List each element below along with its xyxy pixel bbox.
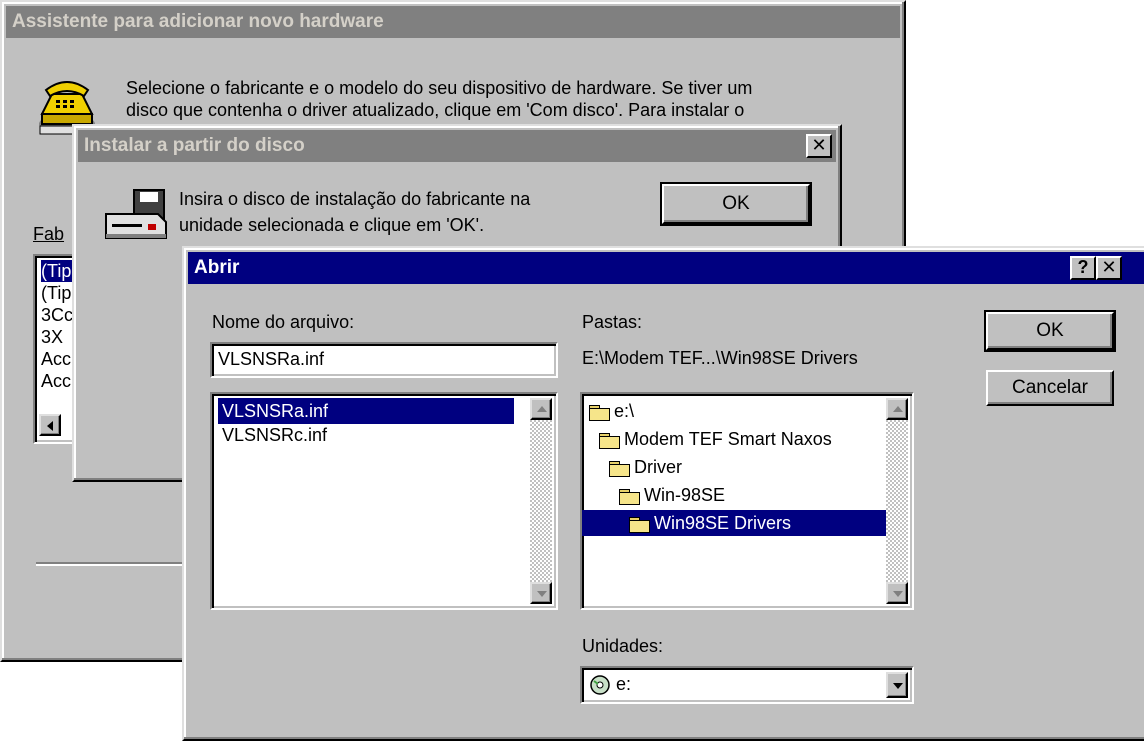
- folder-item[interactable]: Modem TEF Smart Naxos: [598, 426, 832, 452]
- list-item[interactable]: 3Cc: [41, 304, 73, 326]
- open-file-dialog: Abrir ? ✕ Nome do arquivo: VLSNSRa.inf V…: [182, 246, 1144, 741]
- wizard-description-line1: Selecione o fabricante e o modelo do seu…: [126, 78, 753, 98]
- filename-label: Nome do arquivo:: [212, 312, 354, 333]
- file-list-item[interactable]: VLSNSRc.inf: [218, 422, 327, 448]
- open-dialog-title-bar[interactable]: Abrir ? ✕: [188, 252, 1144, 284]
- help-icon: ?: [1077, 257, 1089, 277]
- open-ok-label: OK: [1036, 320, 1064, 341]
- folder-item[interactable]: Driver: [608, 454, 682, 480]
- list-item[interactable]: (Tip: [41, 282, 71, 304]
- open-dialog-title: Abrir: [194, 257, 240, 278]
- manufacturer-label: Fab: [33, 224, 64, 245]
- install-dialog-title: Instalar a partir do disco: [84, 135, 305, 156]
- scroll-down-button[interactable]: [886, 582, 908, 604]
- install-message-line2: unidade selecionada e clique em 'OK'.: [179, 215, 485, 235]
- cancel-label: Cancelar: [1011, 377, 1089, 398]
- current-path: E:\Modem TEF...\Win98SE Drivers: [582, 348, 858, 368]
- scroll-up-button[interactable]: [886, 398, 908, 420]
- folder-name: Modem TEF Smart Naxos: [624, 429, 832, 449]
- folder-item[interactable]: Win-98SE: [618, 482, 725, 508]
- close-icon: ✕: [1101, 257, 1117, 277]
- folders-label: Pastas:: [582, 312, 642, 333]
- open-folder-icon: [628, 516, 650, 534]
- wizard-description-line2: disco que contenha o driver atualizado, …: [126, 100, 745, 120]
- folder-name: e:\: [614, 401, 635, 421]
- open-folder-icon: [588, 404, 610, 422]
- folder-tree-scrollbar[interactable]: [886, 398, 908, 604]
- wizard-title-bar[interactable]: Assistente para adicionar novo hardware: [6, 6, 900, 38]
- folder-name: Win-98SE: [644, 485, 726, 505]
- install-dialog-close-button[interactable]: ✕: [806, 134, 832, 158]
- folder-item[interactable]: Win98SE Drivers: [582, 510, 888, 536]
- help-button[interactable]: ?: [1070, 256, 1096, 280]
- install-message-line1: Insira o disco de instalação do fabrican…: [179, 189, 531, 209]
- file-list[interactable]: VLSNSRa.inf VLSNSRc.inf: [210, 392, 558, 610]
- open-ok-button[interactable]: OK: [984, 310, 1116, 352]
- file-list-scrollbar[interactable]: [530, 398, 552, 604]
- open-folder-icon: [618, 488, 640, 506]
- list-item[interactable]: 3X: [41, 326, 63, 348]
- scroll-left-button[interactable]: [39, 414, 61, 436]
- scroll-up-button[interactable]: [530, 398, 552, 420]
- open-folder-icon: [608, 460, 630, 478]
- drive-value: e:: [616, 674, 632, 694]
- drives-select[interactable]: e:: [580, 666, 914, 704]
- folder-name: Win98SE Drivers: [654, 513, 792, 533]
- manufacturer-label-text: Fab: [33, 224, 65, 244]
- filename-input[interactable]: VLSNSRa.inf: [210, 342, 558, 378]
- list-item[interactable]: Acc: [41, 348, 71, 370]
- open-dialog-close-button[interactable]: ✕: [1096, 256, 1122, 280]
- drives-label-text: Unidades:: [582, 636, 664, 656]
- list-item[interactable]: Acc: [41, 370, 71, 392]
- cancel-button[interactable]: Cancelar: [986, 370, 1114, 406]
- disk-drive-icon: [104, 188, 168, 244]
- folder-item[interactable]: e:\: [588, 398, 634, 424]
- install-ok-button[interactable]: OK: [660, 182, 812, 226]
- filename-label-text: Nome do arquivo:: [212, 312, 355, 332]
- cd-drive-icon: [590, 675, 610, 695]
- drives-label: Unidades:: [582, 636, 663, 657]
- close-icon: ✕: [811, 135, 827, 155]
- wizard-title: Assistente para adicionar novo hardware: [12, 11, 384, 32]
- drives-dropdown-button[interactable]: [886, 672, 908, 698]
- install-ok-label: OK: [722, 193, 750, 214]
- folders-label-text: Pastas:: [582, 312, 643, 332]
- open-folder-icon: [598, 432, 620, 450]
- folder-name: Driver: [634, 457, 682, 477]
- filename-input-value: VLSNSRa.inf: [218, 349, 325, 369]
- folder-tree[interactable]: e:\ Modem TEF Smart Naxos Driver Win-98S…: [580, 392, 914, 610]
- install-dialog-title-bar[interactable]: Instalar a partir do disco ✕: [78, 130, 836, 162]
- file-list-item[interactable]: VLSNSRa.inf: [218, 398, 514, 424]
- scroll-down-button[interactable]: [530, 582, 552, 604]
